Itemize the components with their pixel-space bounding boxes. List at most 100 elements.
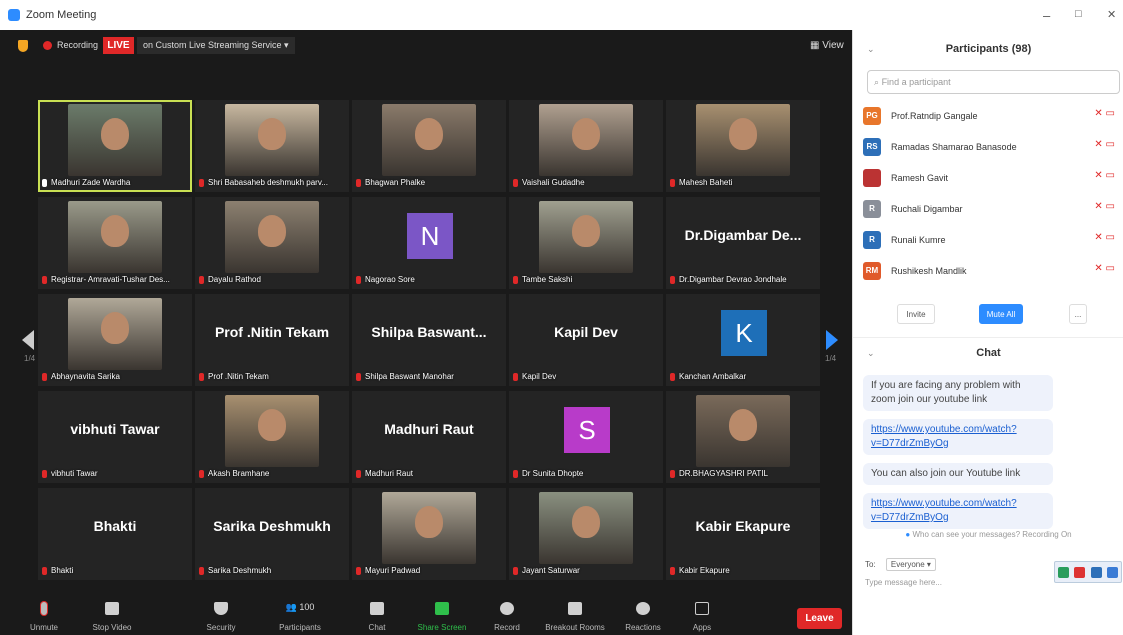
participant-face (258, 118, 286, 150)
participant-face (572, 118, 600, 150)
participant-video-feed (539, 492, 633, 564)
participant-name-label: Registrar- Amravati-Tushar Des... (42, 273, 189, 286)
chat-button[interactable]: Chat (347, 602, 407, 632)
security-shield-icon[interactable] (18, 40, 28, 52)
participant-name: Ruchali Digambar (891, 203, 963, 214)
chat-message-link: https://www.youtube.com/watch?v=D77drZmB… (863, 493, 1053, 529)
participant-search-input[interactable]: ⌕ Find a participant (867, 70, 1120, 94)
view-button[interactable]: ▦ View (810, 40, 844, 51)
participant-tile[interactable]: N Nagorao Sore (352, 197, 506, 289)
participant-name-label: vibhuti Tawar (42, 467, 189, 480)
participant-tile[interactable]: Akash Bramhane (195, 391, 349, 483)
participant-face (101, 215, 129, 247)
participant-name-label: Dayalu Rathod (199, 273, 346, 286)
muted-mic-icon (42, 178, 47, 187)
chevron-down-icon[interactable]: ⌄ (867, 34, 875, 64)
muted-mic-icon: ✕ ▭ (1094, 108, 1115, 119)
participant-name-label: Shri Babasaheb deshmukh parv... (199, 176, 346, 189)
participant-tile[interactable]: Vaishali Gudadhe (509, 100, 663, 192)
participant-name-label: Prof .Nitin Tekam (199, 370, 346, 383)
muted-mic-icon (670, 372, 675, 381)
participant-display-name: vibhuti Tawar (70, 421, 160, 437)
participant-tile[interactable]: Tambe Sakshi (509, 197, 663, 289)
participant-list-item[interactable]: R Ruchali Digambar ✕ ▭ (863, 193, 1121, 224)
record-icon (500, 602, 514, 615)
recording-label[interactable]: Recording (57, 40, 98, 50)
participant-tile[interactable]: Dayalu Rathod (195, 197, 349, 289)
side-panel: ⌄ Participants (98) ⌕ Find a participant… (852, 30, 1123, 635)
muted-mic-icon (42, 469, 47, 478)
tray-app-icon[interactable] (1057, 566, 1069, 578)
participant-tile[interactable]: Mayuri Padwad (352, 488, 506, 580)
prev-page-arrow-icon[interactable] (22, 330, 34, 350)
chevron-down-icon[interactable]: ⌄ (867, 338, 875, 368)
participants-button[interactable]: 👥 100 Participants (270, 602, 330, 632)
mute-all-button[interactable]: Mute All (979, 304, 1023, 324)
tray-app-icon[interactable] (1074, 566, 1086, 578)
participant-name: Dr.Digambar Devrao Jondhale (679, 275, 787, 284)
participant-name: Ramesh Gavit (891, 172, 949, 183)
participant-tile[interactable]: Kapil Dev Kapil Dev (509, 294, 663, 386)
next-page-arrow-icon[interactable] (826, 330, 838, 350)
participant-video-feed (68, 201, 162, 273)
participant-name-label: Vaishali Gudadhe (513, 176, 660, 189)
participant-avatar (863, 168, 881, 187)
breakout-rooms-button[interactable]: Breakout Rooms (545, 602, 605, 632)
participant-name-label: Jayant Saturwar (513, 564, 660, 577)
participant-tile[interactable]: S Dr Sunita Dhopte (509, 391, 663, 483)
participant-tile[interactable]: DR.BHAGYASHRI PATIL (666, 391, 820, 483)
participant-face (101, 118, 129, 150)
more-button[interactable]: ... (1069, 304, 1087, 324)
participant-name: Bhakti (51, 566, 74, 575)
close-icon[interactable]: ✕ (1107, 8, 1116, 21)
share-screen-button[interactable]: Share Screen (412, 602, 472, 632)
youtube-link[interactable]: https://www.youtube.com/watch?v=D77drZmB… (871, 424, 1017, 449)
record-button[interactable]: Record (477, 602, 537, 632)
participant-tile[interactable]: K Kanchan Ambalkar (666, 294, 820, 386)
participant-tile[interactable]: Dr.Digambar De... Dr.Digambar Devrao Jond… (666, 197, 820, 289)
participant-tile[interactable]: Prof .Nitin Tekam Prof .Nitin Tekam (195, 294, 349, 386)
unmute-button[interactable]: Unmute (14, 602, 74, 632)
participant-tile[interactable]: Sarika Deshmukh Sarika Deshmukh (195, 488, 349, 580)
participant-list-item[interactable]: Ramesh Gavit ✕ ▭ (863, 162, 1121, 193)
chat-visibility-note[interactable]: ● Who can see your messages? Recording O… (853, 530, 1123, 539)
participant-tile[interactable]: Jayant Saturwar (509, 488, 663, 580)
invite-button[interactable]: Invite (897, 304, 935, 324)
reactions-button[interactable]: Reactions (613, 602, 673, 632)
maximize-icon[interactable]: □ (1075, 8, 1082, 20)
participant-list-item[interactable]: R Runali Kumre ✕ ▭ (863, 224, 1121, 255)
participant-list-item[interactable]: RM Rushikesh Mandlik ✕ ▭ (863, 255, 1121, 286)
participant-tile[interactable]: Madhuri Raut Madhuri Raut (352, 391, 506, 483)
stop-video-button[interactable]: Stop Video (82, 602, 142, 632)
chat-title: Chat (976, 347, 1001, 359)
participant-tile[interactable]: Registrar- Amravati-Tushar Des... (38, 197, 192, 289)
participant-tile[interactable]: Shri Babasaheb deshmukh parv... (195, 100, 349, 192)
participant-list-item[interactable]: RS Ramadas Shamarao Banasode ✕ ▭ (863, 131, 1121, 162)
participant-tile[interactable]: Bhakti Bhakti (38, 488, 192, 580)
participant-tile[interactable]: vibhuti Tawar vibhuti Tawar (38, 391, 192, 483)
participant-tile[interactable]: Mahesh Baheti (666, 100, 820, 192)
participant-list-item[interactable]: PG Prof.Ratndip Gangale ✕ ▭ (863, 100, 1121, 131)
participant-tile[interactable]: Bhagwan Phalke (352, 100, 506, 192)
youtube-link[interactable]: https://www.youtube.com/watch?v=D77drZmB… (871, 498, 1017, 523)
leave-button[interactable]: Leave (797, 608, 842, 629)
stream-service-dropdown[interactable]: on Custom Live Streaming Service ▾ (137, 37, 295, 54)
participant-tile[interactable]: Abhaynavita Sarika (38, 294, 192, 386)
participant-tile[interactable]: Kabir Ekapure Kabir Ekapure (666, 488, 820, 580)
window-title: Zoom Meeting (26, 9, 97, 21)
participant-tile[interactable]: Shilpa Baswant... Shilpa Baswant Manohar (352, 294, 506, 386)
muted-mic-icon (513, 275, 518, 284)
participant-avatar: RS (863, 137, 881, 156)
participant-video-feed (225, 395, 319, 467)
security-button[interactable]: Security (191, 602, 251, 632)
settings-icon[interactable] (1107, 566, 1119, 578)
minimize-icon[interactable]: – (1043, 8, 1050, 23)
apps-button[interactable]: Apps (672, 602, 732, 632)
participant-tile[interactable]: Madhuri Zade Wardha (38, 100, 192, 192)
tray-app-icon[interactable] (1090, 566, 1102, 578)
participant-video-feed (68, 298, 162, 370)
recipient-dropdown[interactable]: Everyone ▾ (885, 558, 936, 571)
participant-avatar: PG (863, 106, 881, 125)
live-badge[interactable]: LIVE (103, 37, 134, 54)
participant-face (258, 409, 286, 441)
